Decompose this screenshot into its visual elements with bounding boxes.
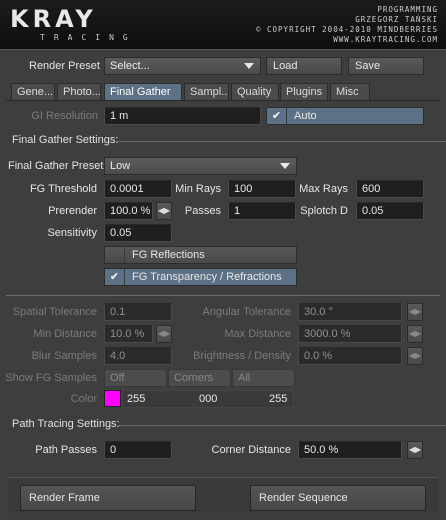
load-button[interactable]: Load (266, 57, 342, 75)
blur-samples-input[interactable]: 4.0 (104, 347, 172, 365)
corner-distance-stepper-icon[interactable]: ◀▶ (407, 441, 423, 459)
tab-bar-border (6, 100, 440, 101)
color-g-value: 000 (199, 393, 218, 405)
angular-stepper-icon[interactable]: ◀▶ (407, 303, 423, 321)
author-label: GRZEGORZ TAŃSKI (355, 15, 438, 24)
show-fg-all-option[interactable]: All (232, 369, 295, 387)
min-distance-label: Min Distance (33, 328, 97, 340)
angular-tolerance-label: Angular Tolerance (202, 306, 291, 318)
fg-threshold-input[interactable]: 0.0001 (104, 180, 172, 198)
path-settings-title: Path Tracing Settings: (12, 418, 120, 430)
color-swatch[interactable] (104, 390, 121, 407)
chevron-down-icon (280, 163, 290, 169)
max-distance-stepper-icon[interactable]: ◀▶ (407, 325, 423, 343)
max-distance-input[interactable]: 3000.0 % (298, 325, 402, 343)
fg-settings-divider (116, 141, 446, 142)
min-rays-input[interactable]: 100 (228, 180, 296, 198)
show-fg-samples-label: Show FG Samples (5, 372, 97, 384)
fg-preset-label: Final Gather Preset (8, 160, 104, 172)
fg-transparency-toggle[interactable]: ✔ FG Transparency / Refractions (104, 268, 297, 286)
angular-tolerance-input[interactable]: 30.0 ° (298, 303, 402, 321)
render-preset-label: Render Preset (29, 60, 100, 72)
fg-transparency-label: FG Transparency / Refractions (132, 271, 282, 283)
color-label: Color (70, 393, 97, 405)
brightness-stepper-icon[interactable]: ◀▶ (407, 347, 423, 365)
splotch-label: Splotch D (300, 205, 348, 217)
min-distance-input[interactable]: 10.0 % (104, 325, 153, 343)
programming-label: PROGRAMMING (377, 5, 438, 14)
render-sequence-button[interactable]: Render Sequence (250, 485, 426, 511)
passes-label: Passes (184, 205, 221, 217)
brightness-density-label: Brightness / Density (193, 350, 291, 362)
splotch-input[interactable]: 0.05 (356, 202, 424, 220)
render-preset-select[interactable]: Select... (104, 57, 261, 75)
website-label: WWW.KRAYTRACING.COM (333, 35, 438, 44)
min-distance-stepper-icon[interactable]: ◀▶ (156, 325, 172, 343)
tab-plugins[interactable]: Plugins (280, 83, 328, 101)
fg-threshold-label: FG Threshold (29, 183, 97, 195)
fg-preset-select[interactable]: Low (104, 157, 297, 175)
render-preset-value: Select... (110, 60, 150, 72)
checkmark-icon: ✔ (105, 269, 125, 285)
blur-samples-label: Blur Samples (31, 350, 97, 362)
prerender-input[interactable]: 100.0 % (104, 202, 153, 220)
corner-distance-label: Corner Distance (211, 444, 291, 456)
checkmark-icon: ✔ (267, 108, 287, 124)
fg-preset-value: Low (110, 160, 131, 172)
color-r-value: 255 (127, 393, 146, 405)
path-settings-divider (118, 425, 446, 426)
chevron-down-icon (244, 63, 254, 69)
kray-logo-subtitle: TRACING (40, 33, 137, 42)
tab-quality[interactable]: Quality (231, 83, 279, 101)
path-passes-label: Path Passes (35, 444, 97, 456)
prerender-label: Prerender (48, 205, 97, 217)
tab-final-gather[interactable]: Final Gather (104, 83, 182, 101)
spatial-tolerance-label: Spatial Tolerance (12, 306, 97, 318)
min-rays-label: Min Rays (175, 183, 221, 195)
tab-photons[interactable]: Photo... (57, 83, 101, 101)
gi-resolution-input[interactable]: 1 m (104, 107, 261, 125)
max-rays-input[interactable]: 600 (356, 180, 424, 198)
copyright-label: © COPYRIGHT 2004-2010 MINDBERRIES (255, 25, 438, 34)
cache-divider (6, 295, 440, 296)
tab-misc[interactable]: Misc (330, 83, 370, 101)
sensitivity-label: Sensitivity (47, 227, 97, 239)
tab-sampling[interactable]: Sampl... (184, 83, 229, 101)
passes-input[interactable]: 1 (228, 202, 296, 220)
color-b-value: 255 (269, 393, 288, 405)
show-fg-corners-option[interactable]: Corners (168, 369, 231, 387)
color-rgb-field[interactable]: 255 000 255 (122, 390, 294, 408)
show-fg-off-option[interactable]: Off (104, 369, 167, 387)
kray-logo: KRAY (10, 5, 97, 33)
fg-settings-title: Final Gather Settings: (12, 134, 119, 146)
tab-general[interactable]: Gene... (11, 83, 55, 101)
brightness-density-input[interactable]: 0.0 % (298, 347, 402, 365)
gi-auto-label: Auto (294, 110, 317, 122)
checkbox-empty-icon (105, 247, 125, 263)
fg-reflections-toggle[interactable]: FG Reflections (104, 246, 297, 264)
gi-auto-toggle[interactable]: ✔ Auto (266, 107, 424, 125)
gi-resolution-label: GI Resolution (31, 110, 98, 122)
render-frame-button[interactable]: Render Frame (20, 485, 196, 511)
max-rays-label: Max Rays (299, 183, 348, 195)
fg-reflections-label: FG Reflections (132, 249, 205, 261)
app-header: KRAY TRACING PROGRAMMING GRZEGORZ TAŃSKI… (0, 0, 446, 50)
path-passes-input[interactable]: 0 (104, 441, 172, 459)
sensitivity-input[interactable]: 0.05 (104, 224, 172, 242)
spatial-tolerance-input[interactable]: 0.1 (104, 303, 172, 321)
corner-distance-input[interactable]: 50.0 % (298, 441, 402, 459)
save-button[interactable]: Save (348, 57, 424, 75)
max-distance-label: Max Distance (224, 328, 291, 340)
